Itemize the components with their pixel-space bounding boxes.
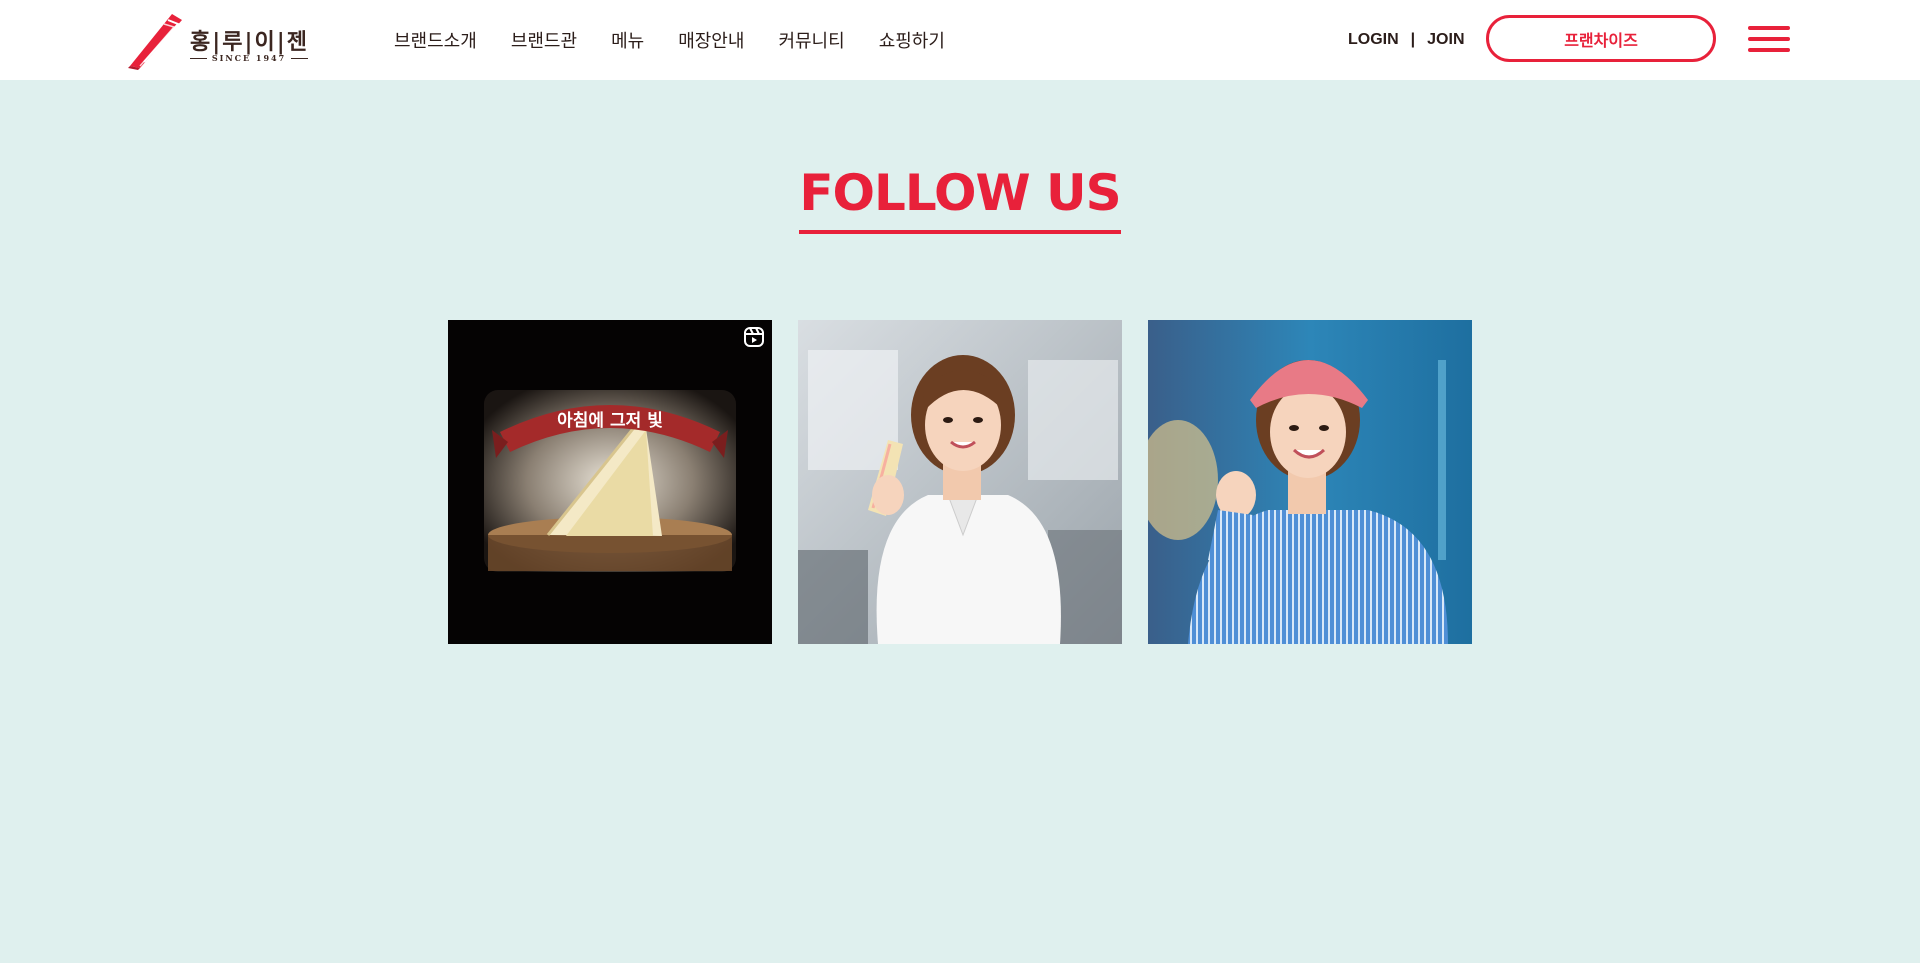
nav-item-brand-hall[interactable]: 브랜드관 bbox=[511, 27, 577, 53]
brand-since-text: SINCE 1947 bbox=[211, 53, 287, 63]
login-link[interactable]: LOGIN bbox=[1348, 31, 1399, 49]
hamburger-menu-icon[interactable] bbox=[1748, 26, 1790, 52]
auth-links: LOGIN | JOIN bbox=[1348, 0, 1465, 80]
brand-logo[interactable]: 홍|루|이|젠 SINCE 1947 bbox=[128, 12, 313, 70]
franchise-button[interactable]: 프랜차이즈 bbox=[1486, 15, 1716, 62]
join-link[interactable]: JOIN bbox=[1427, 31, 1464, 49]
instagram-feed: 아침에 그저 빛 bbox=[448, 320, 1472, 644]
instagram-reels-icon bbox=[744, 327, 764, 347]
nav-item-community[interactable]: 커뮤니티 bbox=[778, 27, 844, 53]
follow-us-title: FOLLOW US bbox=[799, 164, 1122, 234]
nav-item-stores[interactable]: 매장안내 bbox=[678, 27, 744, 53]
sandwich-logo-icon bbox=[128, 14, 182, 70]
follow-section-header: FOLLOW US bbox=[0, 164, 1920, 234]
instagram-post-reel[interactable]: 아침에 그저 빛 bbox=[448, 320, 772, 644]
woman-in-striped-shirt-photo bbox=[1148, 320, 1472, 644]
woman-holding-sandwich-photo bbox=[798, 320, 1122, 644]
main-nav: 브랜드소개 브랜드관 메뉴 매장안내 커뮤니티 쇼핑하기 bbox=[394, 0, 945, 80]
nav-item-menu[interactable]: 메뉴 bbox=[611, 27, 644, 53]
reel-overlay-text: 아침에 그저 빛 bbox=[557, 410, 663, 431]
nav-item-brand-intro[interactable]: 브랜드소개 bbox=[394, 27, 477, 53]
auth-separator: | bbox=[1410, 31, 1416, 48]
site-header: 홍|루|이|젠 SINCE 1947 브랜드소개 브랜드관 메뉴 매장안내 커뮤… bbox=[0, 0, 1920, 80]
instagram-post-image[interactable] bbox=[798, 320, 1122, 644]
sandwich-reel-thumbnail: 아침에 그저 빛 bbox=[448, 320, 772, 644]
nav-item-shopping[interactable]: 쇼핑하기 bbox=[879, 27, 945, 53]
brand-name: 홍|루|이|젠 bbox=[190, 29, 309, 55]
instagram-post-image[interactable] bbox=[1148, 320, 1472, 644]
brand-since: SINCE 1947 bbox=[190, 53, 309, 63]
